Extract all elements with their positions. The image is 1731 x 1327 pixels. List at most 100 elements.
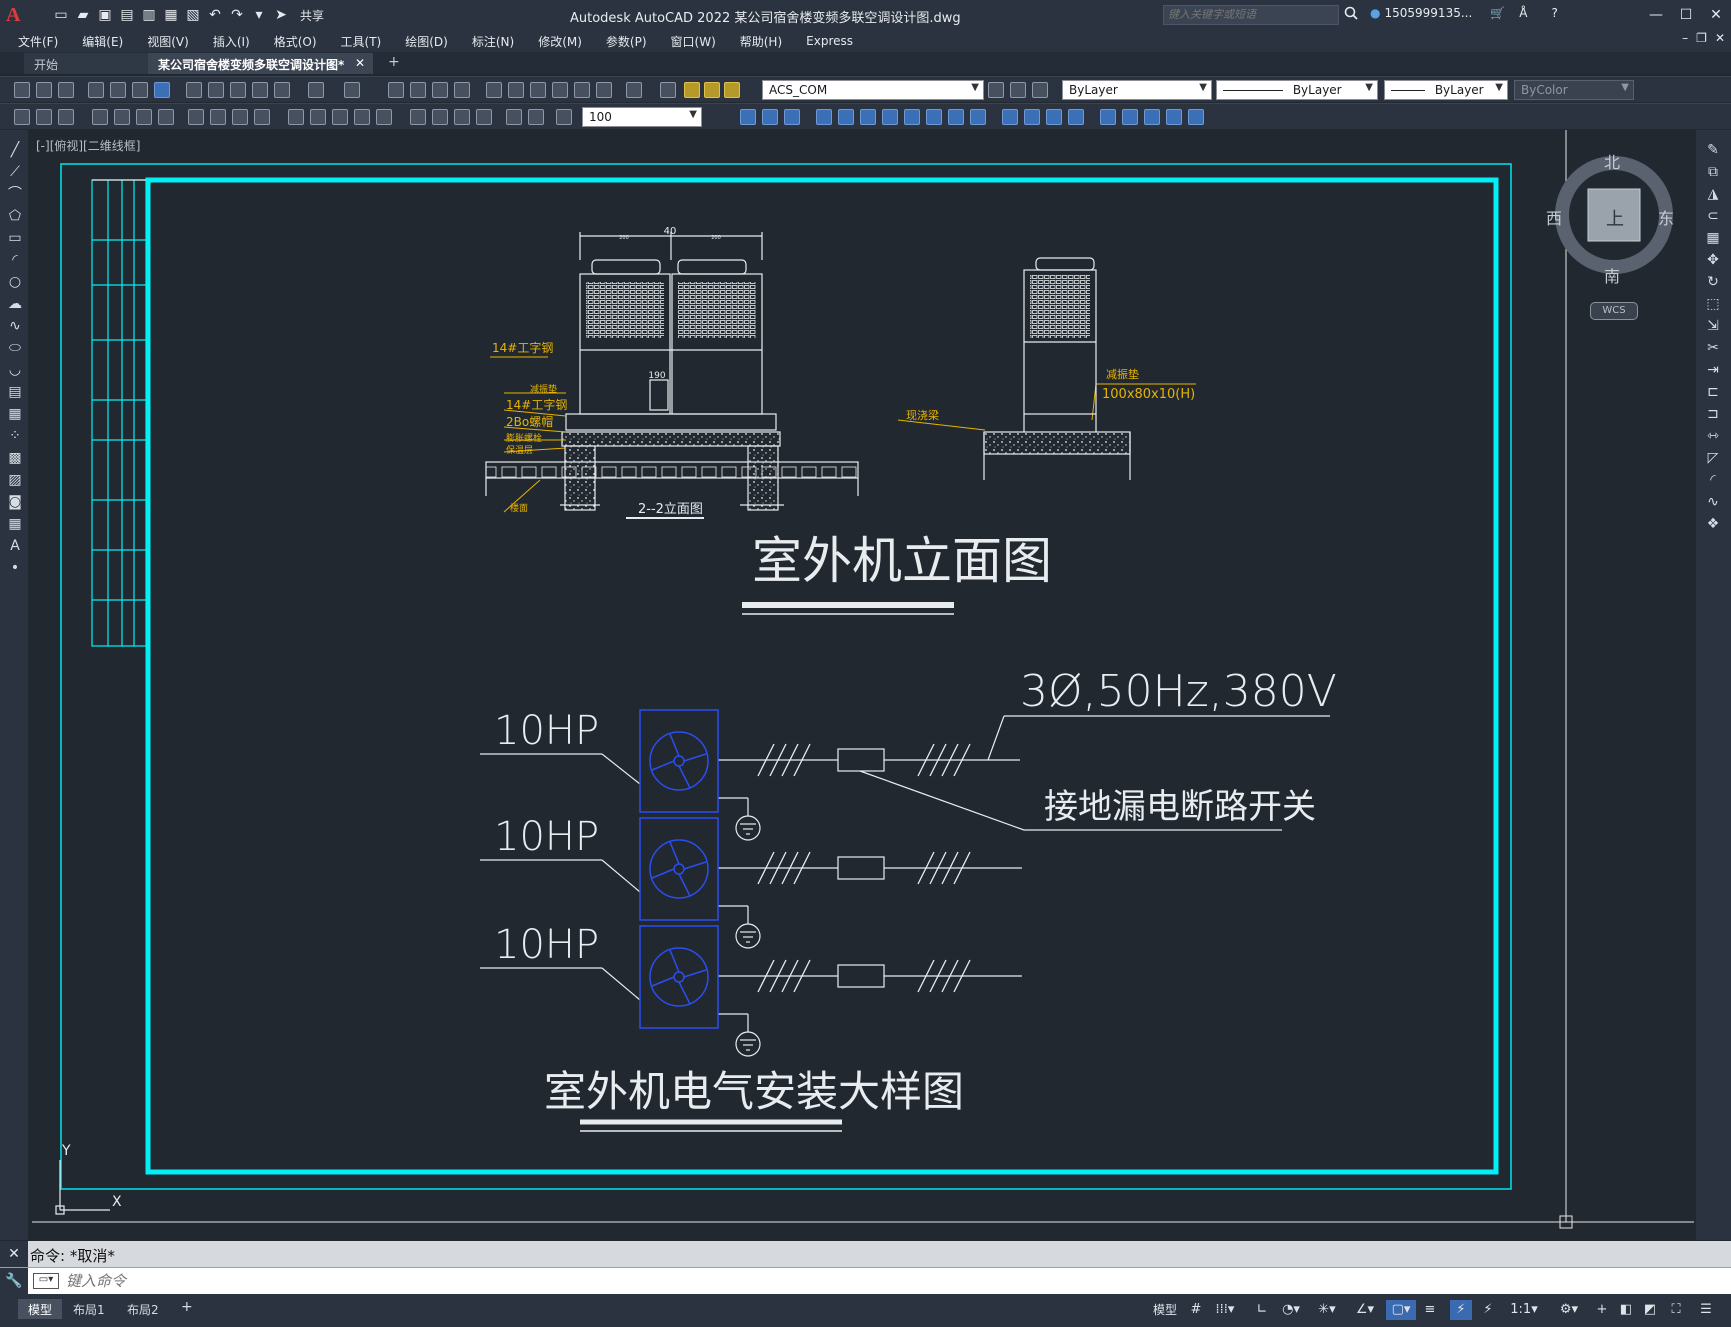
ellipse-arc-icon[interactable]: ◡ [7,362,23,378]
publish-icon[interactable] [132,82,148,98]
snap-icon[interactable]: ⁞⁞⁞▾ [1210,1300,1240,1320]
close-window-button[interactable]: ✕ [1701,0,1731,30]
point-icon[interactable]: ⁘ [7,428,23,444]
properties-icon[interactable] [486,82,502,98]
dim-style-icon[interactable] [14,109,30,125]
color-dropdown[interactable]: ByLayer ▼ [1062,80,1212,100]
viewcube-south[interactable]: 南 [1604,263,1620,287]
continue-dim-icon[interactable] [332,109,348,125]
linear-dim-icon[interactable] [92,109,108,125]
undo-icon[interactable]: ↶ [206,6,224,24]
plot-preview-icon[interactable] [110,82,126,98]
dim-space-icon[interactable] [354,109,370,125]
copy-icon[interactable]: ⧉ [1705,164,1721,180]
doc-minimize-button[interactable]: – [1682,31,1688,45]
maximize-button[interactable]: ☐ [1671,0,1701,30]
annotation-monitor-icon[interactable]: + [1592,1300,1612,1320]
dim-update-icon[interactable] [36,109,52,125]
layer-lock-icon[interactable] [724,82,740,98]
object-snap-icon[interactable]: ▢▾ [1386,1300,1416,1320]
help-icon[interactable] [626,82,642,98]
block-write-icon[interactable] [1166,109,1182,125]
wcs-menu[interactable]: WCS [1590,302,1638,320]
layer-dropdown[interactable]: ACS_COM ▼ [762,80,984,100]
block-library-icon[interactable] [1188,109,1204,125]
extend-icon[interactable]: ⇥ [1705,362,1721,378]
scale-icon[interactable]: ⬚ [1705,296,1721,312]
3d-print-icon[interactable] [154,82,170,98]
linetype-dropdown[interactable]: ByLayer ▼ [1216,80,1378,100]
array-icon[interactable]: ▦ [1705,230,1721,246]
menu-parametric[interactable]: 参数(P) [606,33,647,50]
quick-dim-icon[interactable] [288,109,304,125]
draworder-front-icon[interactable] [740,109,756,125]
customize-qat-icon[interactable]: ▾ [250,6,268,24]
gradient-icon[interactable]: ▨ [7,472,23,488]
offset-icon[interactable] [948,109,964,125]
undo-icon[interactable] [308,82,324,98]
dim-scale-dropdown[interactable]: 100 ▼ [582,107,702,127]
plot-icon[interactable] [88,82,104,98]
markup-icon[interactable] [574,82,590,98]
zoom-realtime-icon[interactable] [410,82,426,98]
center-mark-icon[interactable] [432,109,448,125]
help-search-input[interactable] [1163,5,1339,25]
break-icon[interactable]: ⊐ [1705,406,1721,422]
menu-window[interactable]: 窗口(W) [671,33,716,50]
arc-length-icon[interactable] [136,109,152,125]
grid-icon[interactable]: # [1186,1300,1206,1320]
angular-dim-icon[interactable] [254,109,270,125]
save-to-web-icon[interactable]: ▦ [162,6,180,24]
viewcube-top-face[interactable]: 上 [1606,205,1624,231]
block-editor-icon[interactable] [274,82,290,98]
menu-tools[interactable]: 工具(T) [341,33,382,50]
hatch-icon[interactable]: ▩ [7,450,23,466]
lineweight-dropdown[interactable]: ByLayer ▼ [1384,80,1508,100]
group-select-icon[interactable] [1068,109,1084,125]
menu-insert[interactable]: 插入(I) [213,33,250,50]
command-customize-icon[interactable]: 🔧 [0,1268,28,1295]
isodraft-icon[interactable]: ✳▾ [1312,1300,1342,1320]
autocad-logo-icon[interactable]: A [6,3,30,27]
viewport-controls-label[interactable]: [-][俯视][二维线框] [36,137,140,154]
break-at-point-icon[interactable]: ⊏ [1705,384,1721,400]
move-icon[interactable] [816,109,832,125]
jogged-dim-icon[interactable] [210,109,226,125]
viewcube-west[interactable]: 西 [1546,205,1562,229]
polar-icon[interactable]: ◔▾ [1276,1300,1306,1320]
help-icon[interactable]: ? [1551,6,1557,20]
customize-status-icon[interactable]: ☰ [1696,1300,1716,1320]
open-from-web-icon[interactable]: ▥ [140,6,158,24]
layer-freeze-icon[interactable] [704,82,720,98]
erase-icon[interactable]: ✎ [1705,142,1721,158]
layout-tab-layout2[interactable]: 布局2 [117,1299,169,1319]
units-icon[interactable]: ◧ [1616,1300,1636,1320]
open-icon[interactable] [36,82,52,98]
layer-properties-icon[interactable] [660,82,676,98]
rectangle-icon[interactable]: ▭ [7,230,23,246]
block-create-icon[interactable] [1122,109,1138,125]
table-icon[interactable]: ▦ [7,516,23,532]
tool-palettes-icon[interactable] [530,82,546,98]
group-icon[interactable] [1002,109,1018,125]
isolate-objects-icon[interactable]: ◩ [1640,1300,1660,1320]
menu-view[interactable]: 视图(V) [147,33,189,50]
recent-commands-icon[interactable]: ▭▾ [33,1273,59,1289]
stretch-icon[interactable]: ⇲ [1705,318,1721,334]
layout-tab-model[interactable]: 模型 [18,1299,63,1319]
sheet-set-icon[interactable] [552,82,568,98]
search-icon[interactable] [1344,6,1358,23]
annotation-visibility-icon[interactable]: ⚡ [1450,1300,1472,1320]
dim-edit-icon[interactable] [506,109,522,125]
ortho-icon[interactable]: ∟ [1252,1300,1272,1320]
rotate-icon[interactable]: ↻ [1705,274,1721,290]
autodesk-app-icon[interactable]: Å [1519,6,1527,20]
cart-icon[interactable]: 🛒 [1490,6,1505,20]
block-attribute-icon[interactable] [1144,109,1160,125]
inspection-icon[interactable] [454,109,470,125]
object-snap-tracking-icon[interactable]: ∠▾ [1350,1300,1380,1320]
redo-icon[interactable] [344,82,360,98]
ordinate-dim-icon[interactable] [158,109,174,125]
viewcube-east[interactable]: 东 [1658,205,1674,229]
arc-icon[interactable]: ◜ [7,252,23,268]
